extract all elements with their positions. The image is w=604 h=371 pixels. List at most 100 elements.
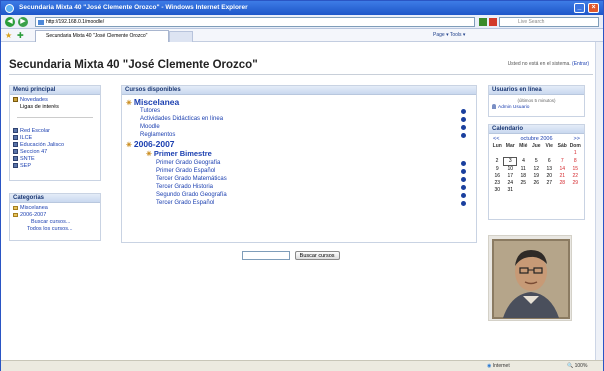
refresh-icon[interactable] (479, 18, 487, 26)
info-icon[interactable] (461, 169, 466, 174)
category-icon: ✳ (126, 142, 132, 149)
calendar-day[interactable]: 8 (569, 157, 582, 165)
portrait-image (488, 235, 572, 321)
online-user-link[interactable]: Admin Usuario (498, 105, 529, 110)
calendar-day[interactable]: 3 (503, 156, 518, 166)
search-courses-button[interactable]: Buscar cursos (294, 251, 340, 260)
page-icon (38, 20, 44, 25)
command-bar[interactable]: Page ▾ Tools ▾ (433, 31, 465, 40)
category-2006-2007[interactable]: 2006-2007 (20, 212, 46, 218)
category-miscelanea[interactable]: Miscelanea (20, 205, 48, 211)
info-icon[interactable] (461, 133, 466, 138)
close-button[interactable]: × (588, 3, 599, 13)
live-search-input[interactable]: Live Search (499, 17, 599, 27)
forward-button[interactable]: ▶ (18, 17, 28, 27)
link-red-escolar[interactable]: Red Escolar (20, 128, 50, 134)
calendar-day-header: Mié (519, 143, 528, 150)
calendar-day[interactable]: 25 (517, 180, 530, 187)
info-icon[interactable] (461, 193, 466, 198)
calendar-day[interactable]: 5 (530, 157, 543, 165)
info-icon[interactable] (461, 177, 466, 182)
vertical-scrollbar[interactable] (595, 42, 603, 360)
link-educacion-jalisco[interactable]: Educación Jalisco (20, 142, 64, 148)
link-seccion-47[interactable]: Seccion 47 (20, 149, 47, 155)
back-button[interactable]: ◀ (5, 17, 15, 27)
favorites-star-icon[interactable]: ★ (5, 31, 12, 40)
course-link[interactable]: Actividades Didácticas en línea (140, 116, 223, 122)
course-link[interactable]: Primer Grado Geografía (156, 160, 220, 166)
calendar-block: Calendario << octubre 2006 >> Lun Mar Mié J… (488, 124, 585, 220)
calendar-day[interactable]: 13 (543, 165, 556, 173)
search-courses-link[interactable]: Buscar cursos... (31, 219, 70, 225)
link-snte[interactable]: SNTE (20, 156, 35, 162)
info-icon[interactable] (461, 117, 466, 122)
info-icon[interactable] (461, 161, 466, 166)
calendar-day[interactable]: 28 (556, 180, 569, 187)
stop-icon[interactable] (489, 18, 497, 26)
calendar-next-link[interactable]: >> (574, 136, 580, 142)
zoom-level[interactable]: 🔍 100% (567, 361, 587, 371)
login-link[interactable]: (Entrar) (572, 61, 589, 67)
calendar-day[interactable]: 16 (491, 173, 504, 180)
course-link[interactable]: Tutores (140, 108, 160, 114)
calendar-month[interactable]: octubre 2006 (520, 136, 552, 142)
calendar-day[interactable]: 19 (530, 173, 543, 180)
new-tab-button[interactable] (169, 31, 193, 42)
calendar-day[interactable]: 7 (556, 157, 569, 165)
course-search-input[interactable] (242, 251, 290, 260)
calendar-day[interactable]: 20 (543, 173, 556, 180)
calendar-day[interactable]: 6 (543, 157, 556, 165)
calendar-day[interactable]: 10 (504, 165, 517, 173)
minimize-button[interactable]: _ (574, 3, 585, 13)
calendar-day[interactable]: 26 (530, 180, 543, 187)
calendar-prev-link[interactable]: << (493, 136, 499, 142)
calendar-day[interactable]: 18 (517, 173, 530, 180)
calendar-day[interactable]: 2 (491, 157, 504, 165)
course-link[interactable]: Reglamentos (140, 132, 175, 138)
link-sep[interactable]: SEP (20, 163, 31, 169)
calendar-empty-cell (556, 150, 569, 157)
course-link[interactable]: Tercer Grado Español (156, 200, 214, 206)
calendar-day[interactable]: 11 (517, 165, 530, 173)
calendar-day[interactable]: 1 (569, 150, 582, 157)
calendar-day[interactable]: 31 (504, 187, 517, 194)
news-link[interactable]: Novedades (20, 97, 48, 103)
online-users-subtitle: (últimos 5 minutos) (517, 98, 556, 103)
course-link[interactable]: Tercer Grado Historia (156, 184, 213, 190)
address-bar[interactable]: http://192.168.0.1/moodle/ (35, 17, 475, 27)
calendar-day[interactable]: 4 (517, 157, 530, 165)
calendar-day[interactable]: 29 (569, 180, 582, 187)
course-link[interactable]: Segundo Grado Geografía (156, 192, 227, 198)
info-icon[interactable] (461, 109, 466, 114)
window-titlebar[interactable]: Secundaria Mixta 40 "José Clemente Orozc… (1, 1, 603, 15)
course-search: Buscar cursos (242, 251, 340, 260)
add-favorites-icon[interactable]: ✚ (17, 31, 24, 40)
info-icon[interactable] (461, 125, 466, 130)
calendar-day[interactable]: 27 (543, 180, 556, 187)
calendar-day[interactable]: 12 (530, 165, 543, 173)
security-zone[interactable]: ◉ Internet (487, 361, 510, 371)
calendar-day[interactable]: 21 (556, 173, 569, 180)
info-icon[interactable] (461, 185, 466, 190)
calendar-day[interactable]: 15 (569, 165, 582, 173)
subcategory-primer-bimestre[interactable]: Primer Bimestre (154, 149, 212, 158)
calendar-day[interactable]: 24 (504, 180, 517, 187)
calendar-day[interactable]: 17 (504, 173, 517, 180)
course-link[interactable]: Tercer Grado Matemáticas (156, 176, 227, 182)
calendar-day[interactable]: 23 (491, 180, 504, 187)
browser-tab[interactable]: Secundaria Mixta 40 "José Clemente Orozc… (35, 30, 169, 42)
calendar-grid: Lun Mar Mié Jue Vie Sáb Dom 1 2 3 4 5 6 7 8 9 10 11 12 13 1… (491, 143, 583, 194)
calendar-empty-cell (517, 187, 530, 194)
calendar-day[interactable]: 14 (556, 165, 569, 173)
calendar-day[interactable]: 9 (491, 165, 504, 173)
category-2006-2007-title[interactable]: 2006-2007 (134, 139, 175, 149)
online-users-heading: Usuarios en línea (489, 86, 584, 95)
category-miscelanea-title[interactable]: Miscelanea (134, 97, 179, 107)
calendar-day[interactable]: 30 (491, 187, 504, 194)
course-link[interactable]: Primer Grado Español (156, 168, 215, 174)
course-link[interactable]: Moodle (140, 124, 160, 130)
info-icon[interactable] (461, 201, 466, 206)
all-courses-link[interactable]: Todos los cursos... (27, 226, 73, 232)
calendar-day[interactable]: 22 (569, 173, 582, 180)
link-ilce[interactable]: ILCE (20, 135, 32, 141)
